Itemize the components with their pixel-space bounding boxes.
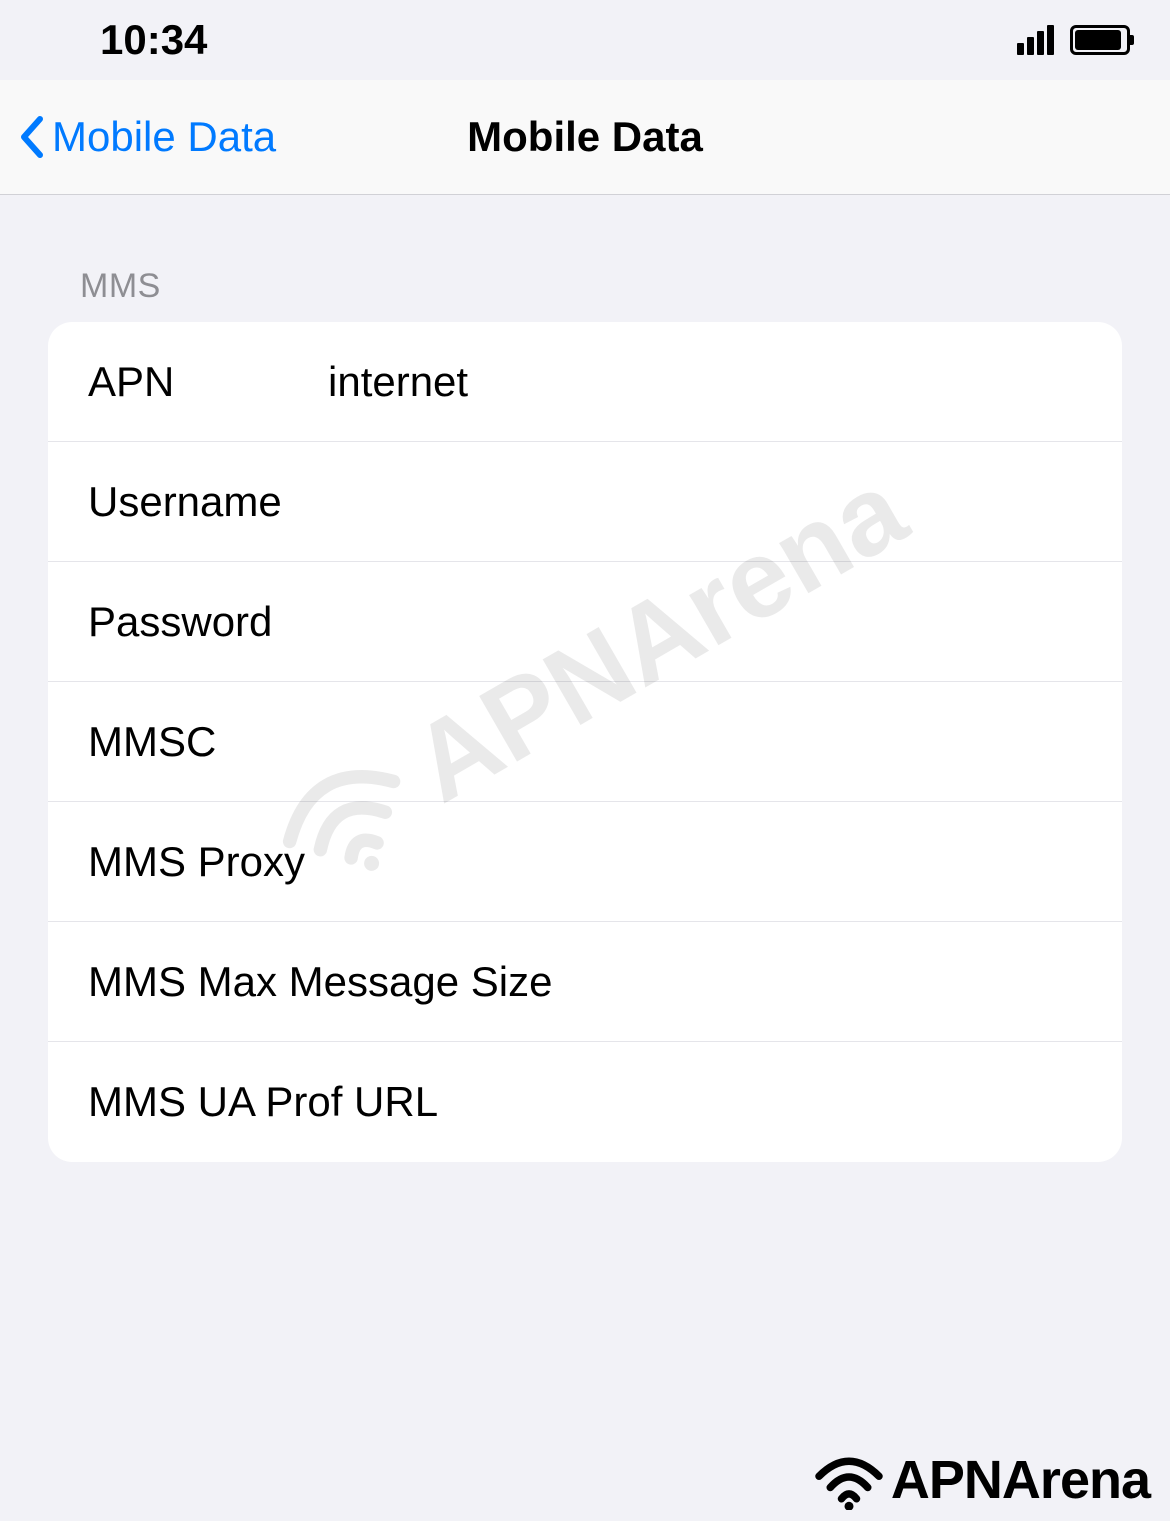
row-label-mms-proxy: MMS Proxy — [88, 838, 328, 886]
input-password[interactable] — [328, 598, 1082, 646]
row-password[interactable]: Password — [48, 562, 1122, 682]
row-label-mms-max-size: MMS Max Message Size — [88, 958, 552, 1006]
status-time: 10:34 — [100, 16, 207, 64]
row-label-mmsc: MMSC — [88, 718, 328, 766]
wifi-icon — [809, 1450, 889, 1510]
chevron-left-icon — [18, 115, 46, 159]
input-mmsc[interactable] — [328, 718, 1082, 766]
section-header-mms: MMS — [48, 195, 1122, 322]
cellular-signal-icon — [1017, 25, 1054, 55]
input-apn[interactable] — [328, 358, 1082, 406]
branding-text: APNArena — [891, 1449, 1150, 1511]
content-area: MMS APN Username Password MMSC MMS Proxy… — [0, 195, 1170, 1162]
settings-group-mms: APN Username Password MMSC MMS Proxy MMS… — [48, 322, 1122, 1162]
back-button[interactable]: Mobile Data — [18, 113, 276, 161]
row-label-mms-ua-prof-url: MMS UA Prof URL — [88, 1078, 438, 1126]
input-mms-proxy[interactable] — [328, 838, 1082, 886]
branding-logo: APNArena — [809, 1449, 1150, 1511]
row-label-username: Username — [88, 478, 328, 526]
navigation-bar: Mobile Data Mobile Data — [0, 80, 1170, 195]
row-mms-proxy[interactable]: MMS Proxy — [48, 802, 1122, 922]
back-label: Mobile Data — [52, 113, 276, 161]
battery-icon — [1070, 25, 1130, 55]
row-label-password: Password — [88, 598, 328, 646]
page-title: Mobile Data — [467, 113, 703, 161]
input-mms-ua-prof-url[interactable] — [438, 1078, 1082, 1126]
row-apn[interactable]: APN — [48, 322, 1122, 442]
row-mms-ua-prof-url[interactable]: MMS UA Prof URL — [48, 1042, 1122, 1162]
row-mms-max-size[interactable]: MMS Max Message Size — [48, 922, 1122, 1042]
status-icons — [1017, 25, 1130, 55]
row-label-apn: APN — [88, 358, 328, 406]
status-bar: 10:34 — [0, 0, 1170, 80]
input-mms-max-size[interactable] — [552, 958, 1093, 1006]
row-mmsc[interactable]: MMSC — [48, 682, 1122, 802]
row-username[interactable]: Username — [48, 442, 1122, 562]
input-username[interactable] — [328, 478, 1082, 526]
